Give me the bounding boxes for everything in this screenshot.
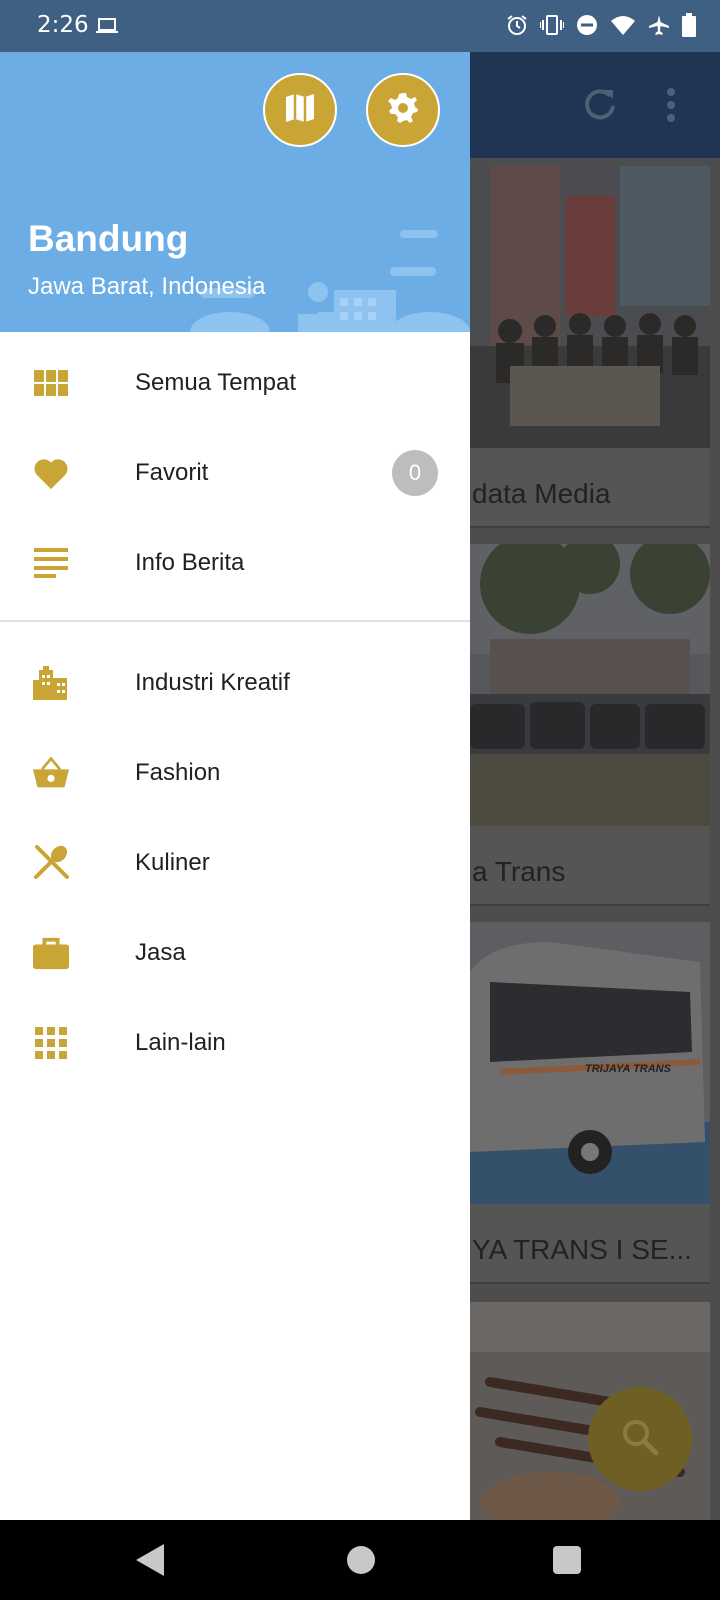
menu-label: Semua Tempat	[135, 369, 296, 396]
basket-icon	[33, 755, 69, 791]
apps-icon	[33, 1025, 69, 1061]
menu-label: Favorit	[135, 459, 209, 486]
status-icons	[506, 13, 696, 37]
menu-item-semua-tempat[interactable]: Semua Tempat	[0, 338, 470, 428]
menu-label: Jasa	[135, 939, 186, 966]
more-vert-icon[interactable]	[666, 88, 676, 127]
building-icon	[33, 665, 69, 701]
home-icon[interactable]	[347, 1546, 375, 1574]
wifi-icon	[610, 14, 636, 36]
vibrate-icon	[540, 14, 564, 36]
menu-label: Info Berita	[135, 549, 245, 576]
grid-icon	[33, 365, 69, 401]
menu-label: Fashion	[135, 759, 221, 786]
menu-label: Industri Kreatif	[135, 669, 290, 696]
search-fab[interactable]	[588, 1387, 692, 1491]
menu-item-jasa[interactable]: Jasa	[0, 908, 470, 998]
settings-icon	[386, 91, 420, 130]
card-photo: TRIJAYA TRANS	[470, 922, 710, 1204]
place-card[interactable]: data Media	[470, 166, 710, 528]
menu-item-lain-lain[interactable]: Lain-lain	[0, 998, 470, 1088]
category-menu: Industri Kreatif Fashion Kuliner Jasa La…	[0, 632, 470, 1088]
briefcase-icon	[33, 935, 69, 971]
alarm-icon	[506, 14, 528, 36]
card-photo	[470, 544, 710, 826]
airplane-icon	[648, 14, 670, 36]
settings-button[interactable]	[366, 73, 440, 147]
menu-item-industri-kreatif[interactable]: Industri Kreatif	[0, 638, 470, 728]
menu-label: Kuliner	[135, 849, 210, 876]
navigation-drawer: Bandung Jawa Barat, Indonesia Semua Temp…	[0, 52, 470, 1520]
menu-item-fashion[interactable]: Fashion	[0, 728, 470, 818]
search-icon	[620, 1417, 660, 1462]
card-photo	[470, 166, 710, 448]
menu-label: Lain-lain	[135, 1029, 226, 1056]
battery-icon	[682, 13, 696, 37]
card-title: data Media	[472, 478, 611, 509]
utensils-icon	[33, 845, 69, 881]
card-title: YA TRANS I SE...	[472, 1234, 692, 1265]
city-illustration-icon	[190, 230, 470, 332]
menu-divider	[0, 620, 470, 622]
map-button[interactable]	[263, 73, 337, 147]
do-not-disturb-icon	[576, 14, 598, 36]
laptop-icon	[96, 17, 118, 40]
heart-icon	[33, 455, 69, 491]
menu-item-kuliner[interactable]: Kuliner	[0, 818, 470, 908]
card-title: a Trans	[472, 856, 566, 887]
menu-item-info-berita[interactable]: Info Berita	[0, 518, 470, 608]
back-icon[interactable]	[136, 1544, 166, 1581]
menu-item-favorit[interactable]: Favorit 0	[0, 428, 470, 518]
place-card[interactable]: a Trans	[470, 544, 710, 906]
refresh-icon[interactable]	[582, 86, 618, 127]
status-bar: 2:26	[0, 0, 720, 52]
header-city: Bandung	[28, 218, 189, 259]
header-region: Jawa Barat, Indonesia	[28, 273, 266, 300]
recents-icon[interactable]	[553, 1546, 581, 1574]
list-icon	[33, 545, 69, 581]
main-menu: Semua Tempat Favorit 0 Info Berita	[0, 332, 470, 608]
system-nav-bar	[0, 1520, 720, 1600]
drawer-header: Bandung Jawa Barat, Indonesia	[0, 52, 470, 332]
bus-livery-text: TRIJAYA TRANS	[585, 1063, 672, 1075]
status-time: 2:26	[37, 12, 89, 38]
favorit-count-badge: 0	[392, 450, 438, 496]
map-icon	[283, 91, 317, 130]
place-card[interactable]: TRIJAYA TRANS YA TRANS I SE...	[470, 922, 710, 1284]
